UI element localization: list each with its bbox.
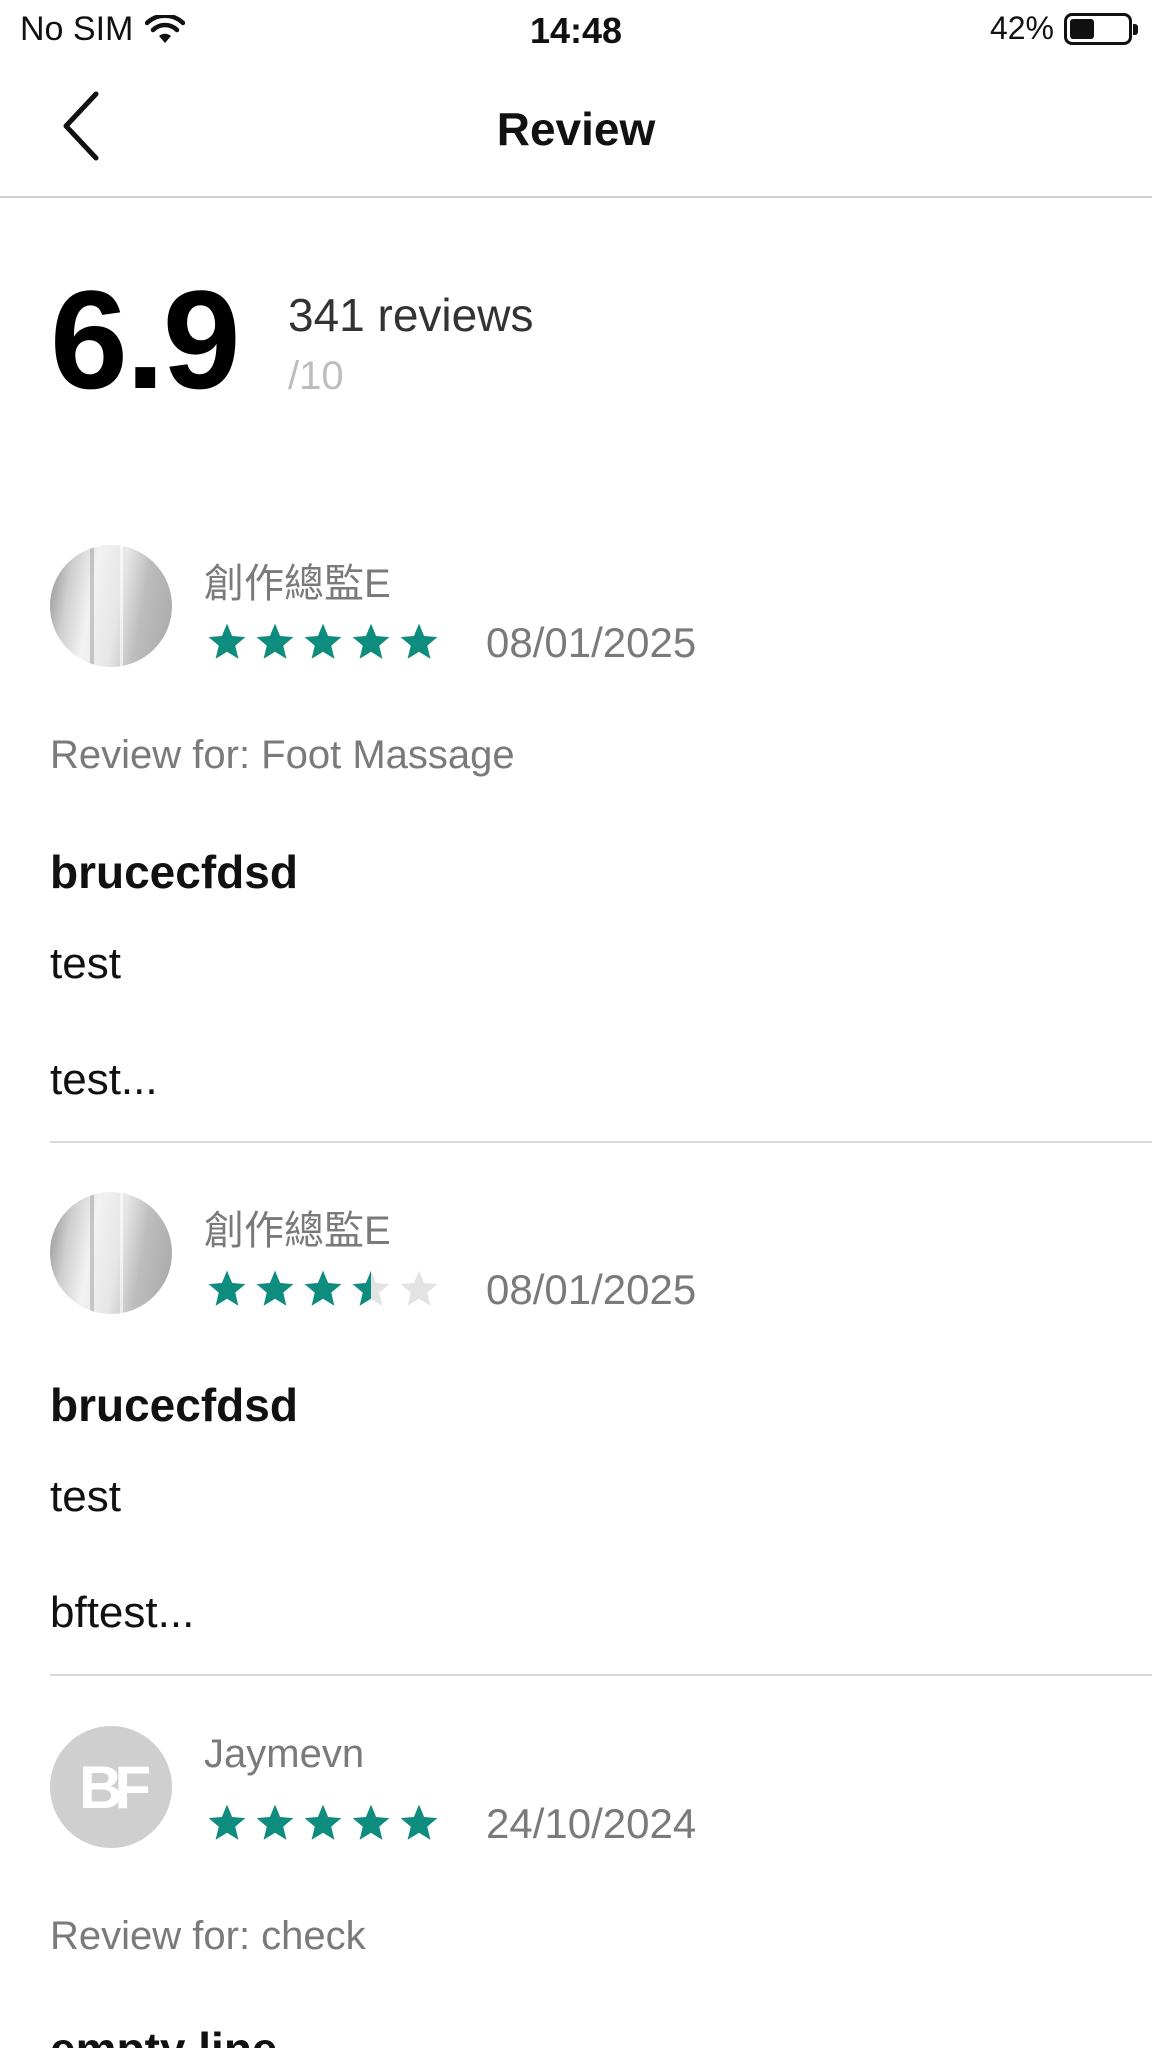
- star-icon: [400, 1804, 438, 1840]
- star-icon: [304, 1804, 342, 1840]
- review-text-line: test: [50, 1472, 121, 1521]
- star-icon: [352, 623, 390, 659]
- review-item[interactable]: BF Jaymevn 24/10/2024 Review for: check …: [50, 1726, 1152, 2048]
- divider: [50, 1141, 1152, 1143]
- review-text-line: test...: [50, 1055, 158, 1104]
- status-bar: No SIM 14:48 42%: [0, 0, 1152, 62]
- average-score: 6.9: [50, 261, 241, 418]
- reviewer-name: Jaymevn: [204, 1732, 365, 1776]
- reviewer-avatar: [50, 1192, 172, 1314]
- star-icon: [304, 1270, 342, 1306]
- page-title: Review: [496, 103, 656, 155]
- reviewer-avatar: [50, 545, 172, 667]
- star-icon: [208, 623, 246, 659]
- review-date: 08/01/2025: [486, 1266, 697, 1313]
- status-time: 14:48: [529, 10, 623, 51]
- star-rating: [206, 1802, 440, 1844]
- star-icon: [208, 1270, 246, 1306]
- battery-indicator: 42%: [989, 10, 1138, 47]
- review-item[interactable]: 創作總監E 08/01/2025 Review for: Foot Massag…: [50, 545, 1152, 1145]
- star-icon: [400, 1270, 438, 1306]
- star-icon: [352, 1804, 390, 1840]
- review-text-line: test: [50, 939, 121, 988]
- reviewer-name: 創作總監E: [204, 1209, 391, 1253]
- star-icon: [400, 623, 438, 659]
- divider: [50, 1674, 1152, 1676]
- star-icon: [256, 623, 294, 659]
- star-icon: [256, 1804, 294, 1840]
- review-date: 24/10/2024: [486, 1800, 697, 1847]
- reviewer-name: 創作總監E: [204, 562, 391, 606]
- star-rating: [206, 621, 440, 663]
- review-title: empty line: [50, 2022, 278, 2048]
- battery-icon: [1064, 12, 1138, 45]
- rating-summary: 6.9 341 reviews /10: [50, 270, 1110, 420]
- star-icon: [304, 623, 342, 659]
- review-title: brucecfdsd: [50, 846, 298, 898]
- star-icon: [352, 1270, 390, 1306]
- star-icon: [208, 1804, 246, 1840]
- review-text-line: bftest...: [50, 1588, 195, 1637]
- score-max: /10: [288, 354, 344, 398]
- review-item[interactable]: 創作總監E 08/01/2025 brucecfdsd test bftest.…: [50, 1192, 1152, 1678]
- reviewer-avatar: BF: [50, 1726, 172, 1848]
- review-title: brucecfdsd: [50, 1379, 298, 1431]
- star-rating: [206, 1268, 440, 1310]
- review-count: 341 reviews: [288, 289, 534, 341]
- review-for: Review for: Foot Massage: [50, 733, 515, 777]
- battery-level: [1070, 18, 1094, 39]
- review-for: Review for: check: [50, 1914, 366, 1958]
- review-date: 08/01/2025: [486, 619, 697, 666]
- star-icon: [256, 1270, 294, 1306]
- navigation-bar: Review: [0, 62, 1152, 198]
- battery-percent: 42%: [989, 10, 1054, 46]
